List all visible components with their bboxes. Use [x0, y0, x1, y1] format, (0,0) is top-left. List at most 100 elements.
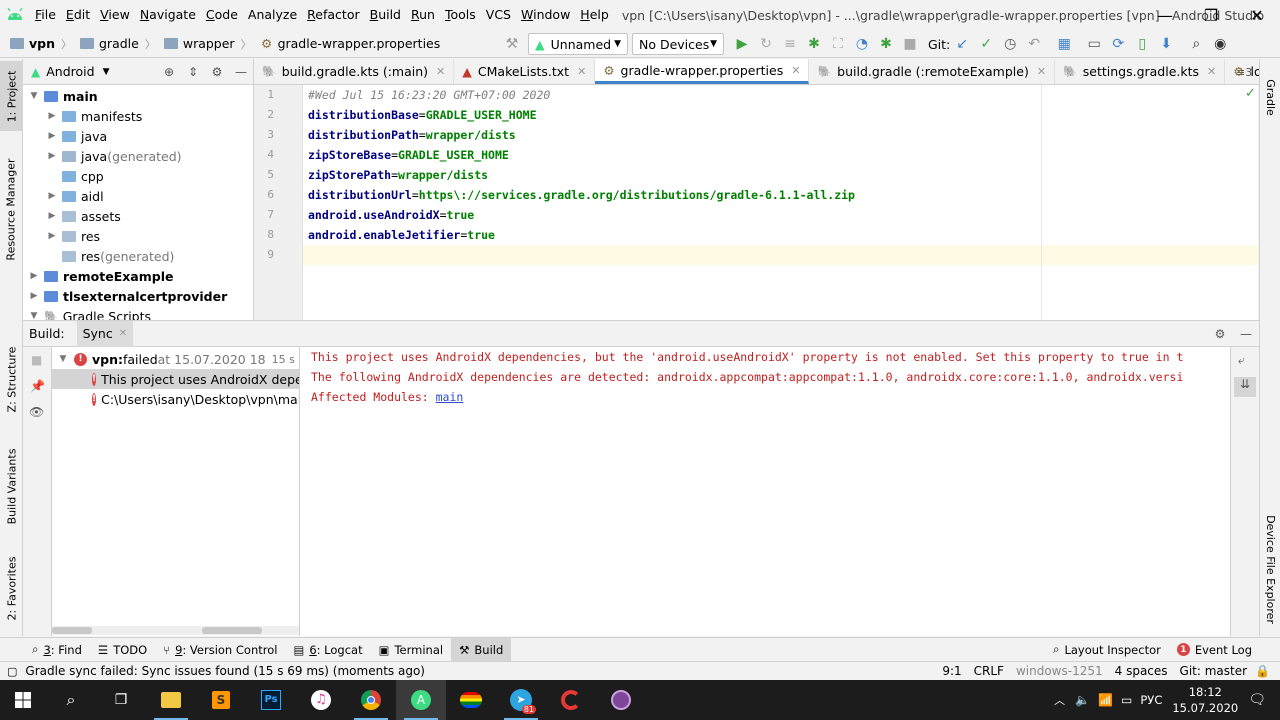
line-separator[interactable]: CRLF: [974, 664, 1004, 678]
horizontal-scrollbar[interactable]: [52, 626, 299, 635]
menu-code[interactable]: Code: [201, 0, 243, 30]
avd-manager-icon[interactable]: ▭: [1082, 32, 1106, 56]
tree-item-tlsexternalcertprovider[interactable]: ▶ tlsexternalcertprovider: [23, 286, 253, 306]
toggle-tool-windows-icon[interactable]: ▢: [7, 665, 17, 678]
editor-tab[interactable]: 🐘 build.gradle (:remoteExample) ✕: [809, 59, 1056, 84]
git-history-icon[interactable]: ◷: [998, 32, 1022, 56]
git-commit-icon[interactable]: ✓: [974, 32, 998, 56]
account-icon[interactable]: ◉: [1208, 32, 1232, 56]
tab-favorites[interactable]: 2: Favorites: [0, 551, 23, 626]
build-issue-row[interactable]: ! C:\Users\isany\Desktop\vpn\main\s: [52, 389, 299, 409]
device-dropdown[interactable]: No Devices ▼: [632, 33, 724, 55]
sync-gradle-icon[interactable]: ⟳: [1106, 32, 1130, 56]
language-indicator[interactable]: РУС: [1140, 693, 1162, 707]
itunes-icon[interactable]: ♫: [296, 680, 346, 720]
tool-build[interactable]: ⚒ Build: [451, 637, 512, 662]
menu-help[interactable]: Help: [575, 0, 614, 30]
stop-icon[interactable]: ■: [31, 353, 42, 367]
git-branch[interactable]: Git: master: [1180, 664, 1248, 678]
project-view-dropdown[interactable]: Android: [46, 64, 94, 79]
lgbt-app-icon[interactable]: [446, 680, 496, 720]
stop-icon[interactable]: ■: [898, 32, 922, 56]
task-view-icon[interactable]: ❐: [96, 680, 146, 720]
scroll-to-end-icon[interactable]: ⇊: [1234, 377, 1256, 397]
breadcrumb-vpn[interactable]: vpn 〉: [6, 36, 76, 52]
tab-device-file-explorer[interactable]: Device File Explorer: [1260, 509, 1280, 629]
tab-structure[interactable]: Z: Structure: [0, 339, 23, 419]
wifi-icon[interactable]: 📶: [1098, 693, 1113, 707]
tree-item-java[interactable]: ▶ java: [23, 126, 253, 146]
tab-overflow[interactable]: ≡3: [1236, 66, 1252, 79]
debug-icon[interactable]: ✱: [802, 32, 826, 56]
menu-analyze[interactable]: Analyze: [243, 0, 302, 30]
menu-vcs[interactable]: VCS: [481, 0, 516, 30]
tab-build-variants[interactable]: Build Variants: [0, 444, 23, 529]
build-root-row[interactable]: ▼ ! vpn: failed at 15.07.2020 18 15 s 68…: [56, 349, 299, 369]
menu-window[interactable]: Window: [516, 0, 575, 30]
rerun-icon[interactable]: ↻: [754, 32, 778, 56]
tree-item-res[interactable]: res (generated): [23, 246, 253, 266]
minimize-icon[interactable]: —: [1142, 0, 1188, 30]
lock-icon[interactable]: 🔒: [1255, 664, 1270, 678]
coverage-icon[interactable]: ✱: [874, 32, 898, 56]
tab-project[interactable]: 1: Project: [0, 61, 23, 131]
search-icon[interactable]: ⌕: [46, 680, 96, 720]
tool-version-control[interactable]: ⑂ 9: Version Control: [155, 638, 285, 662]
tool-find[interactable]: ⌕ 3: Find: [24, 638, 90, 662]
close-tab-icon[interactable]: ✕: [577, 65, 586, 78]
photoshop-icon[interactable]: Ps: [246, 680, 296, 720]
menu-run[interactable]: Run: [406, 0, 440, 30]
notifications-icon[interactable]: 🗨: [1248, 692, 1266, 708]
tree-item-cpp[interactable]: cpp: [23, 166, 253, 186]
code-editor[interactable]: #Wed Jul 15 16:23:20 GMT+07:00 2020 distr…: [303, 85, 1258, 320]
inspection-ok-icon[interactable]: ✓: [1245, 86, 1256, 101]
close-tab-icon[interactable]: ✕: [791, 64, 800, 77]
editor-tab[interactable]: 🐘 settings.gradle.kts ✕: [1055, 59, 1226, 84]
breadcrumb-wrapper[interactable]: wrapper 〉: [160, 36, 256, 52]
status-message[interactable]: Gradle sync failed: Sync issues found (1…: [25, 664, 425, 678]
close-tab-icon[interactable]: ✕: [1207, 65, 1216, 78]
close-tab-icon[interactable]: ✕: [1037, 65, 1046, 78]
tree-item-gradle-scripts[interactable]: ▼ 🐘 Gradle Scripts: [23, 306, 253, 321]
tree-item-manifests[interactable]: ▶ manifests: [23, 106, 253, 126]
locate-icon[interactable]: ⊕: [157, 65, 181, 79]
menu-edit[interactable]: Edit: [61, 0, 95, 30]
tool-event-log[interactable]: 1 Event Log: [1169, 638, 1260, 662]
tray-chevron-icon[interactable]: ︿: [1054, 692, 1065, 708]
close-tab-icon[interactable]: ✕: [436, 65, 445, 78]
editor-tab[interactable]: ⚙ gradle-wrapper.properties ✕: [595, 59, 810, 84]
file-encoding[interactable]: windows-1251: [1016, 664, 1103, 678]
gear-icon[interactable]: ⚙: [205, 65, 229, 79]
apply-changes-icon[interactable]: ≡: [778, 32, 802, 56]
tree-item-java[interactable]: ▶ java (generated): [23, 146, 253, 166]
close-icon[interactable]: ✕: [1234, 0, 1280, 30]
run-config-dropdown[interactable]: ▲ Unnamed ▼: [528, 33, 628, 55]
hide-icon[interactable]: —: [1233, 327, 1259, 341]
build-output[interactable]: This project uses AndroidX dependencies,…: [300, 347, 1230, 636]
tool-todo[interactable]: ☰ TODO: [90, 638, 155, 662]
hide-icon[interactable]: —: [229, 65, 253, 79]
indent-setting[interactable]: 4 spaces: [1115, 664, 1168, 678]
device-manager-icon[interactable]: ▯: [1130, 32, 1154, 56]
eye-icon[interactable]: 👁: [29, 405, 44, 419]
menu-file[interactable]: File: [30, 0, 61, 30]
menu-refactor[interactable]: Refactor: [302, 0, 364, 30]
battery-icon[interactable]: ▭: [1121, 693, 1132, 707]
tool-layout-inspector[interactable]: ⌕ Layout Inspector: [1045, 638, 1169, 662]
search-icon[interactable]: ⌕: [1184, 32, 1208, 56]
tree-item-assets[interactable]: ▶ assets: [23, 206, 253, 226]
start-button[interactable]: [0, 680, 46, 720]
pin-icon[interactable]: 📌: [30, 379, 45, 393]
menu-navigate[interactable]: Navigate: [135, 0, 201, 30]
breadcrumb-gradle[interactable]: gradle 〉: [76, 36, 160, 52]
breadcrumb-file[interactable]: ⚙ gradle-wrapper.properties: [256, 36, 445, 51]
clock[interactable]: 18:12 15.07.2020: [1172, 684, 1238, 716]
tor-browser-icon[interactable]: [596, 680, 646, 720]
run-icon[interactable]: ▶: [730, 32, 754, 56]
affected-module-link[interactable]: main: [436, 390, 464, 404]
tool-terminal[interactable]: ▣ Terminal: [371, 638, 451, 662]
maximize-icon[interactable]: ❐: [1188, 0, 1234, 30]
file-explorer-icon[interactable]: [146, 680, 196, 720]
sdk-manager-icon[interactable]: ⬇: [1154, 32, 1178, 56]
project-structure-icon[interactable]: ▦: [1052, 32, 1076, 56]
